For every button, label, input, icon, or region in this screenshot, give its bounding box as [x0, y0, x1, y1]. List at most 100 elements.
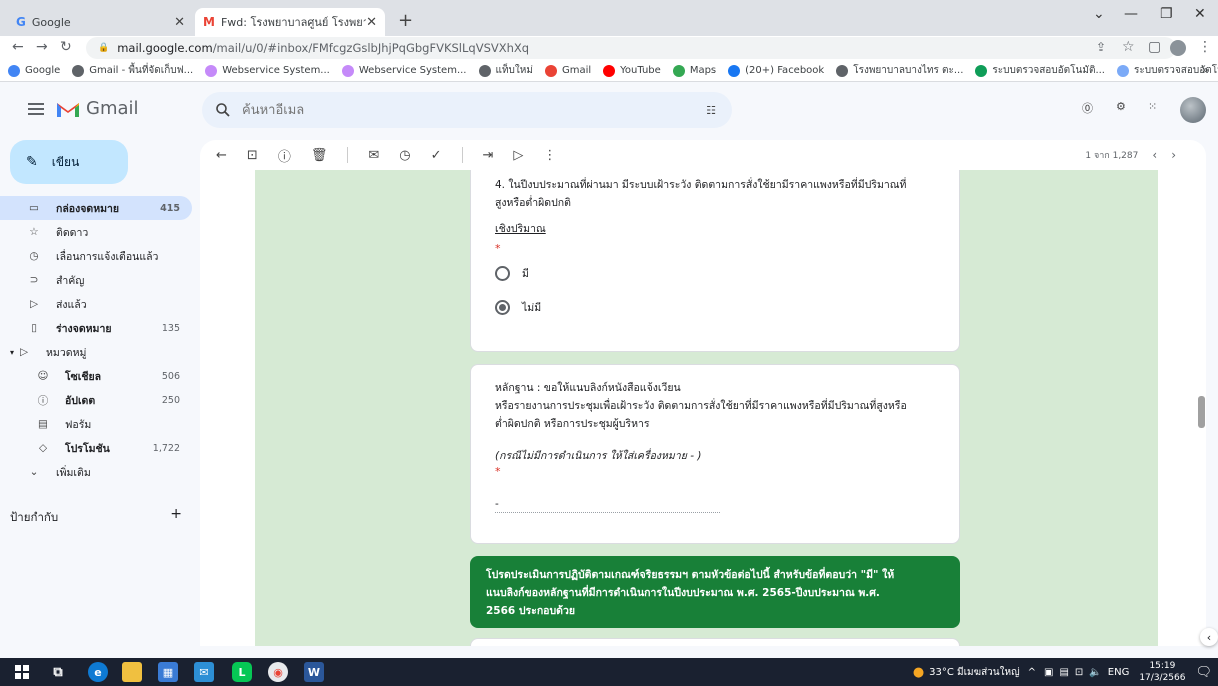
add-label-icon[interactable]: +	[170, 506, 182, 527]
tray-app-icon[interactable]: ▤	[1059, 667, 1068, 678]
notifications-icon[interactable]: 🗨	[1195, 665, 1212, 680]
bookmark-star-icon[interactable]: ☆	[1122, 39, 1135, 55]
sidebar-item[interactable]: ☺ โซเชียล 506	[0, 364, 192, 388]
tab-gmail[interactable]: M Fwd: โรงพยาบาลศูนย์ โรงพยาบาลทั่ว ✕	[195, 8, 385, 36]
bookmark-item[interactable]: (20+) Facebook	[728, 64, 824, 77]
sidebar-item-count: 250	[161, 394, 180, 406]
compose-button[interactable]: ✎ เขียน	[10, 140, 128, 184]
share-icon[interactable]: ⇪	[1096, 40, 1106, 54]
bookmark-item[interactable]: โรงพยาบาลบางไทร ตะ...	[836, 63, 963, 78]
close-window-icon[interactable]: ✕	[1194, 6, 1206, 22]
radio-label: มี	[522, 267, 529, 280]
edge-icon[interactable]: e	[88, 662, 108, 682]
address-bar-row: ← → ↻ 🔒 mail.google.com/mail/u/0/#inbox/…	[0, 36, 1218, 60]
weather-text[interactable]: 33°C มีเมฆส่วนใหญ่	[929, 665, 1019, 680]
browser-menu-icon[interactable]: ⋮	[1198, 39, 1212, 55]
url-field[interactable]: 🔒 mail.google.com/mail/u/0/#inbox/FMfcgz…	[86, 37, 1176, 59]
help-icon[interactable]: ⓪	[1082, 100, 1093, 116]
delete-icon[interactable]: 🗑	[311, 148, 328, 163]
clock[interactable]: 15:19 17/3/2566	[1139, 660, 1185, 684]
search-bar[interactable]: ☷	[202, 92, 732, 128]
sidebar-item[interactable]: ◇ โปรโมชัน 1,722	[0, 436, 192, 460]
sidebar-item[interactable]: ▤ ฟอรัม	[0, 412, 192, 436]
report-spam-icon[interactable]: ⓘ	[278, 146, 291, 165]
label-icon[interactable]: ▷	[513, 148, 523, 163]
minimize-icon[interactable]: —	[1124, 6, 1138, 22]
radio-option-no[interactable]: ไม่มี	[495, 295, 935, 319]
sidebar-item[interactable]: ▯ ร่างจดหมาย 135	[0, 316, 192, 340]
sidebar-item[interactable]: ▷ ส่งแล้ว	[0, 292, 192, 316]
tray-app-icon[interactable]: ▣	[1044, 667, 1053, 678]
tray-chevron-icon[interactable]: ^	[1028, 667, 1036, 678]
scrollbar-thumb[interactable]	[1198, 396, 1205, 428]
prev-icon[interactable]: ‹	[1152, 148, 1157, 162]
reload-icon[interactable]: ↻	[60, 39, 72, 55]
more-options-icon[interactable]: ⋮	[543, 148, 556, 163]
sidebar-item[interactable]: ⌄ เพิ่มเติม	[0, 460, 192, 484]
bookmark-item[interactable]: Webservice System...	[341, 64, 467, 77]
chrome-icon[interactable]: ◉	[268, 662, 288, 682]
sidebar-item[interactable]: ▾ ▷ หมวดหมู่	[0, 340, 192, 364]
sidebar-item[interactable]: ▭ กล่องจดหมาย 415	[0, 196, 192, 220]
forward-icon[interactable]: →	[36, 39, 48, 55]
settings-gear-icon[interactable]: ⚙	[1116, 100, 1126, 113]
sidepanel-icon[interactable]: ▢	[1148, 39, 1161, 55]
network-icon[interactable]: ⊡	[1075, 667, 1083, 678]
move-to-icon[interactable]: ⇥	[483, 148, 494, 163]
snooze-icon[interactable]: ◷	[399, 148, 410, 163]
sidebar-item[interactable]: ⓘ อัปเดต 250	[0, 388, 192, 412]
account-avatar[interactable]	[1180, 97, 1206, 123]
line-app-icon[interactable]: L	[232, 662, 252, 682]
file-explorer-icon[interactable]	[122, 662, 142, 682]
close-tab-icon[interactable]: ✕	[174, 15, 185, 30]
new-tab-icon[interactable]: +	[398, 10, 413, 31]
close-tab-icon[interactable]: ✕	[366, 15, 377, 30]
collapse-side-panel-icon[interactable]: ‹	[1200, 628, 1218, 646]
sidebar-item[interactable]: ⊃ สำคัญ	[0, 268, 192, 292]
sidebar-item[interactable]: ◷ เลื่อนการแจ้งเตือนแล้ว	[0, 244, 192, 268]
bookmark-item[interactable]: YouTube	[603, 64, 661, 77]
bookmark-item[interactable]: Maps	[672, 64, 716, 77]
archive-icon[interactable]: ⊡	[247, 148, 258, 163]
tab-title: Fwd: โรงพยาบาลศูนย์ โรงพยาบาลทั่ว	[220, 16, 367, 29]
task-view-icon[interactable]: ⧉	[48, 662, 68, 682]
profile-avatar[interactable]	[1170, 40, 1186, 56]
bookmark-item[interactable]: Gmail	[544, 64, 591, 77]
bookmark-item[interactable]: Webservice System...	[205, 64, 330, 77]
windows-taskbar: ⧉ e ▦ ✉ L ◉ W ● 33°C มีเมฆส่วนใหญ่ ^ ▣ ▤…	[0, 658, 1218, 686]
radio-checked-icon[interactable]	[495, 299, 510, 315]
main-menu-icon[interactable]	[28, 102, 44, 116]
tab-google[interactable]: G Google ✕	[8, 8, 193, 36]
apps-grid-icon[interactable]: ⁙	[1148, 100, 1157, 113]
more-bookmarks-icon[interactable]: »	[1202, 65, 1208, 76]
bookmark-label: YouTube	[620, 65, 661, 76]
search-options-icon[interactable]: ☷	[706, 104, 716, 117]
radio-option-yes[interactable]: มี	[495, 261, 935, 285]
back-icon[interactable]: ←	[12, 39, 24, 55]
expand-arrow-icon[interactable]: ▾	[10, 348, 14, 357]
sidebar-item[interactable]: ☆ ติดดาว	[0, 220, 192, 244]
tab-search-icon[interactable]: ⌄	[1093, 6, 1105, 22]
add-task-icon[interactable]: ✓	[431, 148, 442, 163]
bookmark-item[interactable]: Google	[8, 64, 60, 77]
info-icon: ⓘ	[37, 394, 49, 407]
language-indicator[interactable]: ENG	[1108, 667, 1130, 678]
sidebar-item-label: เพิ่มเติม	[56, 466, 91, 479]
word-icon[interactable]: W	[304, 662, 324, 682]
next-icon[interactable]: ›	[1171, 148, 1176, 162]
gmail-logo[interactable]: Gmail	[56, 98, 139, 119]
bookmark-item[interactable]: แท็บใหม่	[478, 63, 533, 78]
search-icon[interactable]	[216, 103, 230, 117]
mail-icon[interactable]: ✉	[194, 662, 214, 682]
back-to-inbox-icon[interactable]: ←	[216, 148, 227, 163]
search-input[interactable]	[242, 102, 707, 118]
store-icon[interactable]: ▦	[158, 662, 178, 682]
windows-start-icon[interactable]	[12, 662, 32, 682]
important-icon: ⊃	[29, 274, 39, 286]
bookmark-item[interactable]: ระบบตรวจสอบอัตโนมัติ...	[975, 63, 1105, 78]
radio-unchecked-icon[interactable]	[495, 265, 510, 281]
bookmark-item[interactable]: Gmail - พื้นที่จัดเก็บฟ...	[72, 63, 193, 78]
restore-icon[interactable]: ❐	[1160, 6, 1173, 22]
volume-icon[interactable]: 🔈	[1089, 667, 1101, 678]
mark-unread-icon[interactable]: ✉	[368, 148, 379, 163]
